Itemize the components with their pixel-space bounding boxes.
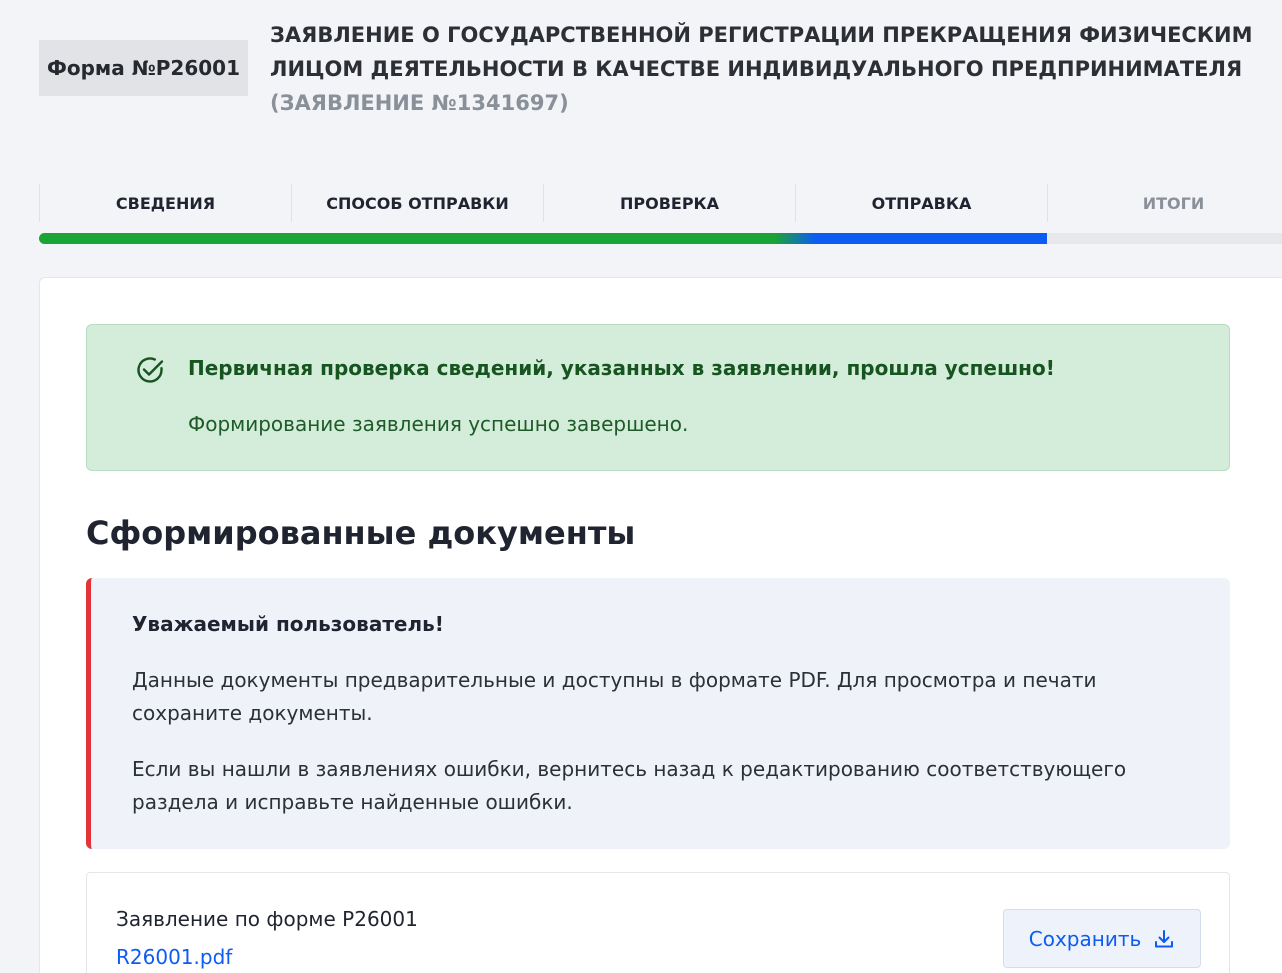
- step-results: ИТОГИ: [1047, 184, 1282, 222]
- stepper-progress-track: [39, 233, 1282, 244]
- notice-paragraph: Если вы нашли в заявлениях ошибки, верни…: [132, 757, 1127, 814]
- notice-box: Уважаемый пользователь! Данные документы…: [86, 578, 1230, 849]
- success-alert: Первичная проверка сведений, указанных в…: [86, 324, 1230, 471]
- page: Форма №Р26001 ЗАЯВЛЕНИЕ О ГОСУДАРСТВЕННО…: [0, 0, 1282, 973]
- step-sending[interactable]: ОТПРАВКА: [795, 184, 1047, 222]
- stepper-progress-fill: [39, 233, 1047, 244]
- title-main: ЗАЯВЛЕНИЕ О ГОСУДАРСТВЕННОЙ РЕГИСТРАЦИИ …: [270, 23, 1253, 81]
- save-button-label: Сохранить: [1028, 926, 1142, 951]
- document-row: Заявление по форме Р26001 R26001.pdf Сох…: [86, 872, 1230, 973]
- step-info[interactable]: СВЕДЕНИЯ: [39, 184, 291, 222]
- success-title: Первичная проверка сведений, указанных в…: [188, 356, 1055, 380]
- step-send-method[interactable]: СПОСОБ ОТПРАВКИ: [291, 184, 543, 222]
- document-file-link[interactable]: R26001.pdf: [116, 945, 232, 969]
- check-circle-icon: [134, 354, 166, 386]
- success-message: Формирование заявления успешно завершено…: [188, 412, 689, 436]
- notice-title: Уважаемый пользователь!: [132, 612, 444, 636]
- page-title: ЗАЯВЛЕНИЕ О ГОСУДАРСТВЕННОЙ РЕГИСТРАЦИИ …: [270, 18, 1282, 120]
- form-number-badge: Форма №Р26001: [39, 40, 248, 96]
- title-application-number: (ЗАЯВЛЕНИЕ №1341697): [270, 91, 569, 115]
- step-check[interactable]: ПРОВЕРКА: [543, 184, 795, 222]
- section-title: Сформированные документы: [86, 514, 636, 552]
- main-card: Первичная проверка сведений, указанных в…: [39, 277, 1282, 973]
- notice-paragraph: Данные документы предварительные и досту…: [132, 668, 1097, 725]
- download-icon: [1153, 928, 1175, 950]
- stepper: СВЕДЕНИЯ СПОСОБ ОТПРАВКИ ПРОВЕРКА ОТПРАВ…: [39, 184, 1282, 222]
- document-name: Заявление по форме Р26001: [116, 907, 418, 931]
- save-button[interactable]: Сохранить: [1003, 909, 1201, 968]
